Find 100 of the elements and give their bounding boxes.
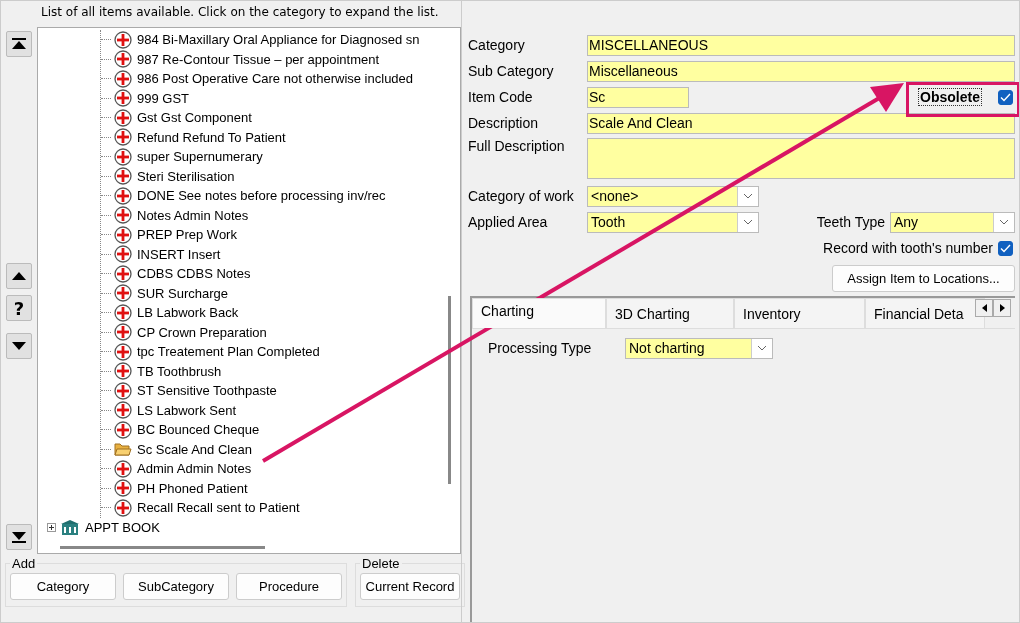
tree-item[interactable]: Gst Gst Component bbox=[137, 110, 252, 126]
category-of-work-dropdown[interactable]: <none> bbox=[587, 185, 759, 207]
field-label: Applied Area bbox=[468, 214, 549, 230]
tree-item[interactable]: PH Phoned Patient bbox=[137, 480, 248, 496]
tree-item[interactable]: SUR Surcharge bbox=[137, 285, 229, 301]
applied-area-dropdown[interactable]: Tooth bbox=[587, 211, 759, 233]
cross-circle-icon bbox=[114, 186, 132, 205]
move-bottom-button[interactable] bbox=[6, 524, 32, 550]
scrollbar-thumb[interactable] bbox=[60, 546, 265, 549]
cross-circle-icon bbox=[114, 264, 132, 283]
assign-locations-button[interactable]: Assign Item to Locations... bbox=[832, 265, 1015, 292]
tree-item[interactable]: Steri Sterilisation bbox=[137, 168, 235, 184]
description-field[interactable]: Scale And Clean bbox=[587, 112, 1015, 134]
cross-circle-icon bbox=[114, 342, 132, 361]
checkbox-label[interactable]: Obsolete bbox=[918, 88, 982, 106]
category-field[interactable]: MISCELLANEOUS bbox=[587, 34, 1015, 56]
tree-item[interactable]: CDBS CDBS Notes bbox=[137, 266, 251, 282]
right-triangle-icon bbox=[999, 304, 1005, 312]
tree-item[interactable]: 999 GST bbox=[137, 90, 190, 106]
tree-item[interactable]: ST Sensitive Toothpaste bbox=[137, 383, 277, 399]
tree-item[interactable]: Recall Recall sent to Patient bbox=[137, 500, 300, 516]
up-triangle-icon bbox=[11, 271, 27, 281]
move-down-button[interactable] bbox=[6, 333, 32, 359]
cross-circle-icon bbox=[114, 89, 132, 108]
add-button[interactable]: SubCategory bbox=[123, 573, 229, 600]
scroll-right-button[interactable] bbox=[993, 299, 1011, 317]
checkbox-label[interactable]: Record with tooth's number bbox=[823, 240, 993, 256]
tab[interactable]: Inventory bbox=[734, 298, 865, 328]
field-label: Category of work bbox=[468, 188, 575, 204]
cross-circle-icon bbox=[114, 128, 132, 147]
group-title: Delete bbox=[361, 556, 401, 571]
cross-circle-icon bbox=[114, 498, 132, 517]
delete-button[interactable]: Current Record bbox=[360, 573, 460, 600]
cross-circle-icon bbox=[114, 30, 132, 49]
tree-item[interactable]: Refund Refund To Patient bbox=[137, 129, 286, 145]
add-button[interactable]: Category bbox=[10, 573, 116, 600]
field-label: Category bbox=[468, 37, 526, 53]
tab[interactable]: 3D Charting bbox=[606, 298, 734, 328]
building-icon bbox=[60, 518, 80, 536]
group-title: Add bbox=[11, 556, 37, 571]
cross-circle-icon bbox=[114, 206, 132, 225]
tooth-number-checkbox[interactable] bbox=[998, 240, 1013, 256]
tree-item[interactable]: BC Bounced Cheque bbox=[137, 422, 260, 438]
cross-circle-icon bbox=[114, 479, 132, 498]
full-description-field[interactable] bbox=[587, 138, 1015, 179]
move-up-button[interactable] bbox=[6, 263, 32, 289]
cross-circle-icon bbox=[114, 362, 132, 381]
down-triangle-icon bbox=[11, 341, 27, 351]
tree-item[interactable]: 984 Bi-Maxillary Oral Appliance for Diagnosed sn bbox=[137, 32, 420, 48]
field-label: Processing Type bbox=[488, 340, 593, 356]
expand-toggle[interactable] bbox=[47, 522, 56, 532]
cross-circle-icon bbox=[114, 69, 132, 88]
field-label: Full Description bbox=[468, 138, 566, 154]
cross-circle-icon bbox=[114, 303, 132, 322]
tree-item[interactable]: LS Labwork Sent bbox=[137, 402, 236, 418]
tree-item[interactable]: tpc Treatement Plan Completed bbox=[137, 344, 320, 360]
cross-circle-icon bbox=[114, 147, 132, 166]
cross-circle-icon bbox=[114, 167, 132, 186]
tree-item[interactable]: CP Crown Preparation bbox=[137, 324, 267, 340]
tree-item[interactable]: INSERT Insert bbox=[137, 246, 221, 262]
caret-icon bbox=[743, 219, 753, 225]
cross-circle-icon bbox=[114, 459, 132, 478]
tree-item[interactable]: Notes Admin Notes bbox=[137, 207, 249, 223]
tree-item[interactable]: super Supernumerary bbox=[137, 149, 263, 165]
tree-item[interactable]: LB Labwork Back bbox=[137, 305, 239, 321]
arrow-to-bottom-icon bbox=[11, 531, 27, 543]
field-label: Description bbox=[468, 115, 540, 131]
tree-item[interactable]: Sc Scale And Clean bbox=[137, 441, 252, 457]
field-label: Sub Category bbox=[468, 63, 555, 79]
tab[interactable]: Financial Deta bbox=[865, 298, 985, 328]
scroll-left-button[interactable] bbox=[975, 299, 993, 317]
add-button[interactable]: Procedure bbox=[236, 573, 342, 600]
left-triangle-icon bbox=[981, 304, 987, 312]
tree-item[interactable]: Admin Admin Notes bbox=[137, 461, 252, 477]
tree-item[interactable]: PREP Prep Work bbox=[137, 227, 237, 243]
cross-circle-icon bbox=[114, 225, 132, 244]
processing-type-dropdown[interactable]: Not charting bbox=[625, 337, 773, 359]
help-button[interactable]: ? bbox=[6, 295, 32, 321]
field-label: Teeth Type bbox=[816, 214, 885, 230]
tab[interactable]: Charting bbox=[472, 298, 606, 328]
tree-item[interactable]: 986 Post Operative Care not otherwise included bbox=[137, 71, 414, 87]
cross-circle-icon bbox=[114, 381, 132, 400]
cross-circle-icon bbox=[114, 50, 132, 69]
tree-category[interactable]: APPT BOOK bbox=[85, 519, 160, 535]
obsolete-checkbox[interactable] bbox=[998, 89, 1013, 105]
cross-circle-icon bbox=[114, 401, 132, 420]
instruction-text: List of all items available. Click on the category to expand the list. bbox=[40, 4, 440, 21]
teeth-type-dropdown[interactable]: Any bbox=[890, 211, 1015, 233]
tree-item[interactable]: DONE See notes before processing inv/rec bbox=[137, 188, 386, 204]
item-code-field[interactable]: Sc bbox=[587, 86, 689, 108]
cross-circle-icon bbox=[114, 284, 132, 303]
arrow-to-top-icon bbox=[11, 38, 27, 50]
caret-icon bbox=[999, 219, 1009, 225]
tree-item[interactable]: TB Toothbrush bbox=[137, 363, 222, 379]
field-label: Item Code bbox=[468, 89, 534, 105]
sub-category-field[interactable]: Miscellaneous bbox=[587, 60, 1015, 82]
cross-circle-icon bbox=[114, 245, 132, 264]
move-top-button[interactable] bbox=[6, 31, 32, 57]
tree-item[interactable]: 987 Re-Contour Tissue – per appointment bbox=[137, 51, 380, 67]
scrollbar-thumb[interactable] bbox=[448, 296, 451, 484]
